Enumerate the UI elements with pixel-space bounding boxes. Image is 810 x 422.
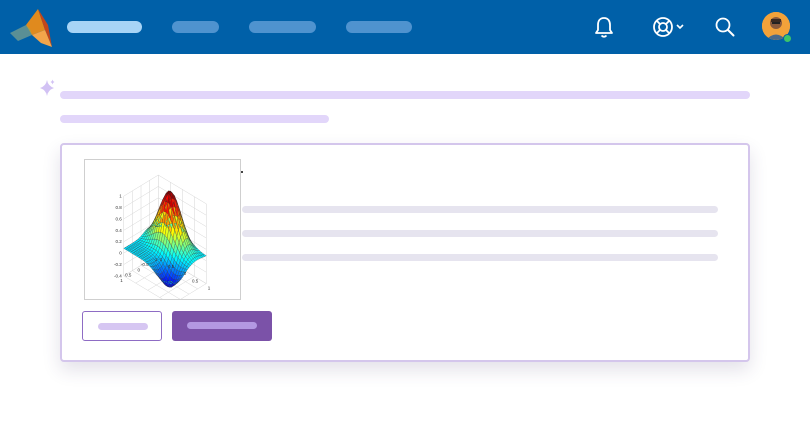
plot-tick-label: 1	[208, 286, 211, 291]
plot-tick-label: 0	[184, 271, 187, 276]
surface-plot: 10.80.60.40.20-0.2-0.410.50-0.5-1 -1-0.50…	[114, 174, 211, 299]
top-nav-bar	[0, 0, 810, 54]
nav-item[interactable]	[249, 21, 316, 33]
bell-icon	[595, 17, 613, 38]
primary-button[interactable]	[172, 311, 272, 341]
plot-tick-label: -0.5	[167, 264, 175, 269]
card-text-line	[242, 254, 718, 261]
surface-plot-thumbnail[interactable]: 1 0.8 0.6 0.4 0.2 0 -0.2 -0.4 1 0.5 0 -0.5 -1 -1 -0.5 0…	[84, 159, 241, 300]
nav-item[interactable]	[172, 21, 219, 33]
plot-tick-label: 0.8	[115, 205, 122, 210]
nav-item[interactable]	[346, 21, 412, 33]
secondary-button-label	[98, 323, 148, 330]
plot-tick-label: 0.4	[115, 228, 122, 233]
search-icon	[715, 17, 735, 37]
plot-tick-label: -0.5	[141, 262, 149, 267]
card-text-line	[242, 206, 718, 213]
plot-tick-label: -1	[153, 257, 157, 262]
summary-text-line	[60, 91, 750, 99]
suggestion-card: 1 0.8 0.6 0.4 0.2 0 -0.2 -0.4 1 0.5 0 -0.5 -1 -1 -0.5 0…	[60, 143, 750, 362]
chevron-down-icon	[676, 24, 684, 30]
plot-tick-label: 0	[137, 267, 140, 272]
summary-text-line	[60, 115, 329, 123]
title-placeholder-dot	[241, 171, 243, 173]
help-lifebuoy-icon	[653, 17, 673, 37]
primary-button-label	[187, 322, 257, 329]
plot-tick-label: 0.6	[115, 216, 122, 221]
plot-tick-label: 0	[119, 251, 122, 256]
notifications-button[interactable]	[590, 13, 618, 41]
help-menu-button[interactable]	[648, 13, 688, 41]
plot-tick-label: 1	[119, 194, 122, 199]
card-text-line	[242, 230, 718, 237]
plot-tick-label: 0.5	[125, 273, 132, 278]
search-button[interactable]	[711, 13, 739, 41]
secondary-button[interactable]	[82, 311, 162, 341]
matlab-logo-icon[interactable]	[8, 6, 54, 50]
plot-tick-label: 0.2	[115, 239, 122, 244]
plot-tick-label: 1	[120, 278, 123, 283]
plot-tick-label: -1	[158, 257, 162, 262]
presence-online-indicator	[783, 34, 792, 43]
sparkle-icon	[40, 79, 55, 96]
nav-item-active[interactable]	[67, 21, 142, 33]
plot-tick-label: -0.2	[114, 262, 122, 267]
plot-tick-label: 0.5	[192, 278, 199, 283]
